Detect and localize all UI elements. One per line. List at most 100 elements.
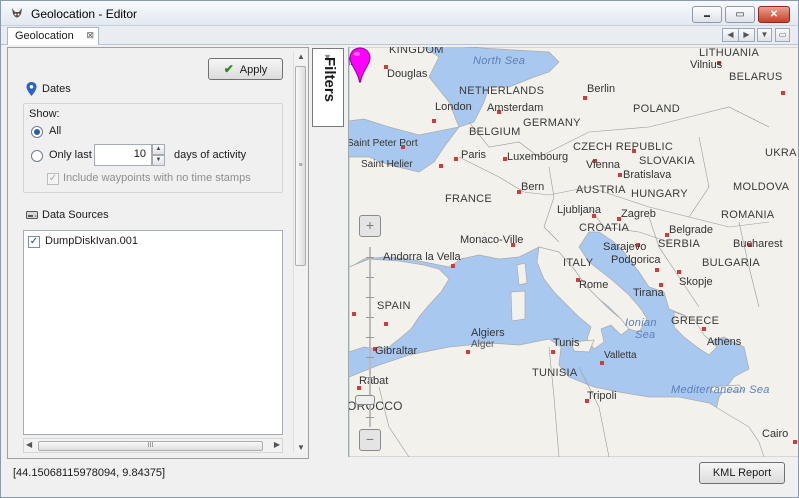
disk-drive-icon [26,211,38,219]
editor-window: Geolocation - Editor ▬ ▭ ✕ Geolocation ⊠… [0,0,799,498]
city-label: Gibraltar [375,345,418,357]
minus-icon: − [365,431,375,447]
city-marker [583,96,587,100]
location-marker-icon[interactable] [349,47,371,83]
sea-label: Sea [635,329,656,341]
tab-scroll-right-button[interactable]: ▶ [738,28,755,42]
tab-list-button[interactable]: ▼ [757,28,772,42]
close-icon: ✕ [769,9,779,20]
city-label: Ljubljana [557,204,602,216]
apply-button[interactable]: ✔ Apply [208,58,283,80]
country-label: UKRA [765,147,797,159]
panel-vertical-scrollbar[interactable]: ▲ ≡ ▼ [293,52,307,452]
city-marker [600,361,604,365]
chevron-down-icon: ▼ [760,30,769,39]
tab-close-icon[interactable]: ⊠ [86,30,94,41]
days-stepper[interactable]: ▲ ▼ [152,144,165,166]
country-label: KINGDOM [389,47,444,56]
scroll-down-icon[interactable]: ▼ [297,443,305,452]
zoom-out-button[interactable]: − [359,429,381,451]
grip-icon: III [147,442,154,449]
country-label: GREECE [671,315,720,327]
city-marker [632,149,636,153]
zoom-slider-handle[interactable] [355,395,375,405]
kml-report-label: KML Report [712,467,772,479]
data-source-checkbox[interactable]: ✓ [28,236,40,248]
zoom-in-button[interactable]: + [359,215,381,237]
grip-icon: ≡ [298,162,303,169]
city-marker [677,270,681,274]
city-label: Bucharest [733,238,783,250]
country-label: CROATIA [579,222,630,234]
city-label: Tirana [633,287,664,299]
data-sources-list: ✓ DumpDiskIvan.001 [23,230,283,435]
dates-heading: Dates [42,83,71,95]
tab-geolocation[interactable]: Geolocation ⊠ [7,27,99,45]
tab-label: Geolocation [15,30,74,42]
city-label: Monaco-Ville [460,234,524,246]
tab-scroll-left-button[interactable]: ◀ [722,28,739,42]
restore-tab-button[interactable]: ▭ [775,28,790,42]
filters-side-tab[interactable]: ▼ Filters [312,48,344,127]
minimize-icon: ▬ [704,13,710,19]
city-label: Paris [461,149,487,161]
list-horizontal-scrollbar[interactable]: ◀ III ▶ [23,438,283,453]
country-label: BULGARIA [702,257,761,269]
close-window-button[interactable]: ✕ [758,6,790,23]
title-bar: Geolocation - Editor ▬ ▭ ✕ [1,1,798,26]
radio-all-label: All [49,125,62,137]
filters-panel: ✔ Apply Dates Show: All Only last 10 ▲ ▼ … [7,47,309,459]
city-marker [451,264,455,268]
sea-label: Ionian [625,317,657,329]
city-label: Berlin [587,83,616,95]
days-input[interactable]: 10 [94,144,152,166]
arrow-left-icon: ◀ [727,30,734,39]
city-label: Saint Peter Port [348,138,418,149]
country-label: LITHUANIA [699,47,760,59]
data-sources-heading-row: Data Sources [26,209,109,221]
radio-all[interactable] [31,126,43,138]
city-marker [781,91,785,95]
city-marker [702,327,706,331]
stepper-up-icon[interactable]: ▲ [152,144,165,155]
include-no-timestamps-checkbox[interactable]: ✓ [47,173,59,185]
map-view[interactable]: North Sea Ionian Sea Mediterranean Sea K… [348,47,798,457]
maximize-button[interactable]: ▭ [725,6,755,23]
country-label: TUNISIA [532,367,578,379]
stepper-down-icon[interactable]: ▼ [152,155,165,166]
city-label: Bratislava [623,169,672,181]
radio-only-last[interactable] [31,150,43,162]
country-label: SPAIN [377,300,411,312]
arrow-right-icon: ▶ [743,30,750,39]
scroll-thumb[interactable]: ≡ [295,66,306,266]
country-label: CZECH REPUBLIC [573,141,674,153]
days-suffix-label: days of activity [174,149,247,161]
city-marker [618,173,622,177]
dates-section-heading: Dates [26,82,71,96]
window-title: Geolocation - Editor [31,7,138,21]
show-label: Show: [29,108,60,120]
city-label: Vilnius [690,59,723,71]
scroll-left-icon[interactable]: ◀ [26,440,32,449]
data-source-label: DumpDiskIvan.001 [45,235,138,247]
city-label: Athens [707,336,742,348]
scroll-thumb[interactable]: III [38,441,263,451]
city-label: Amsterdam [487,102,544,114]
apply-label: Apply [239,64,268,76]
radio-only-last-label: Only last [49,149,92,161]
city-label: Tripoli [587,390,617,402]
minimize-button[interactable]: ▬ [692,6,722,23]
scroll-right-icon[interactable]: ▶ [274,440,280,449]
country-label: AUSTRIA [576,184,626,196]
city-label: Vienna [586,159,621,171]
country-label: SERBIA [658,238,701,250]
country-label: MOLDOVA [733,181,790,193]
scroll-up-icon[interactable]: ▲ [297,52,305,61]
city-marker [454,157,458,161]
city-label: Cairo [762,428,789,440]
city-label: London [435,101,472,113]
kml-report-button[interactable]: KML Report [699,462,785,484]
country-label: POLAND [633,103,681,115]
plus-icon: + [365,217,375,233]
city-label: Rome [579,279,609,291]
